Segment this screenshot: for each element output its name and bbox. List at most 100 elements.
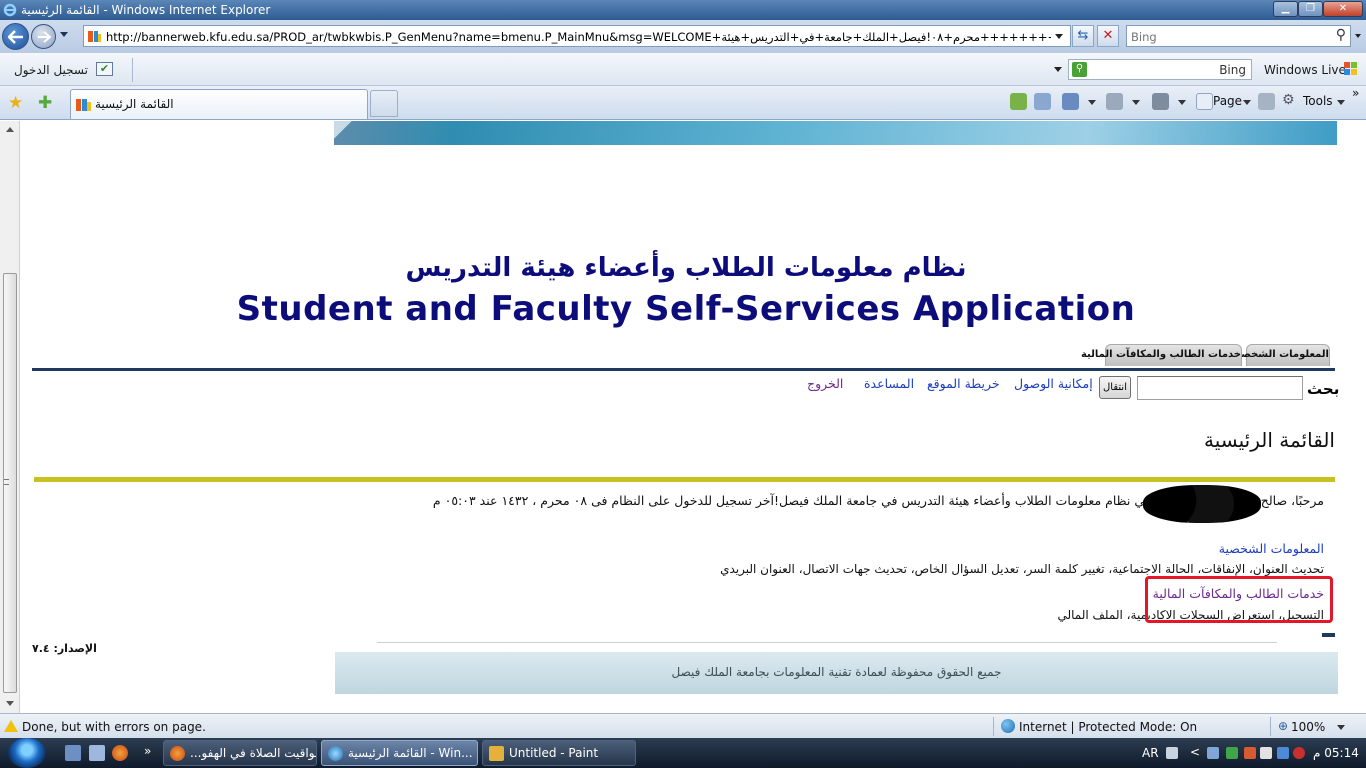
help-link[interactable]: المساعدة bbox=[864, 376, 914, 391]
scroll-down-icon[interactable] bbox=[6, 701, 14, 706]
page-icon bbox=[1196, 93, 1213, 110]
firefox-icon[interactable] bbox=[112, 745, 128, 761]
add-favorite-icon[interactable]: ✚ bbox=[38, 93, 52, 113]
window-title-bar[interactable]: القائمة الرئيسية - Windows Internet Expl… bbox=[0, 0, 1366, 20]
page-menu[interactable]: Page bbox=[1213, 94, 1242, 108]
quicklaunch-more-chevron[interactable]: » bbox=[144, 744, 151, 758]
bing-search-box[interactable]: ⚲ Bing bbox=[1068, 59, 1252, 80]
warning-icon[interactable] bbox=[4, 720, 18, 732]
language-indicator[interactable]: AR bbox=[1142, 746, 1159, 760]
search-input[interactable] bbox=[1131, 29, 1321, 44]
gear-icon[interactable]: ⚙ bbox=[1282, 92, 1295, 108]
tools-menu[interactable]: Tools bbox=[1303, 94, 1333, 108]
taskbar-item-label: Untitled - Paint bbox=[509, 746, 599, 760]
recent-pages-dropdown-icon[interactable] bbox=[60, 32, 68, 37]
close-icon: ✕ bbox=[1338, 3, 1348, 14]
search-label: بحث bbox=[1307, 380, 1340, 398]
search-options-dropdown-icon[interactable] bbox=[1355, 34, 1361, 38]
tab-student-services[interactable]: خدمات الطالب والمكافآت المالية bbox=[1081, 344, 1242, 366]
minimize-button[interactable]: ▁ bbox=[1273, 1, 1298, 17]
tray-app-icon[interactable] bbox=[1226, 747, 1238, 759]
more-commands-chevron[interactable]: » bbox=[1352, 86, 1359, 100]
maximize-button[interactable]: ❐ bbox=[1298, 1, 1323, 17]
arrow-left-icon bbox=[7, 29, 23, 44]
home-dropdown-icon[interactable] bbox=[1088, 100, 1096, 105]
zoom-dropdown-icon[interactable] bbox=[1337, 725, 1345, 730]
new-tab-button[interactable] bbox=[370, 90, 398, 117]
home-icon[interactable] bbox=[1062, 93, 1079, 110]
switch-windows-icon[interactable] bbox=[89, 745, 105, 761]
tab-label: القائمة الرئيسية bbox=[95, 97, 174, 111]
welcome-prefix: مرحبًا، صالح bbox=[1260, 493, 1324, 508]
taskbar-item-ie[interactable]: القائمة الرئيسية - Win... bbox=[321, 740, 478, 766]
system-clock[interactable]: 05:14 م bbox=[1313, 746, 1359, 760]
network-users-icon[interactable] bbox=[1207, 747, 1219, 759]
redaction-scribble bbox=[1143, 485, 1261, 523]
keyboard-icon[interactable] bbox=[1166, 747, 1178, 759]
address-input[interactable] bbox=[106, 29, 1051, 44]
globe-icon bbox=[1001, 719, 1015, 733]
forward-button[interactable] bbox=[31, 24, 56, 49]
page-title-english: Student and Faculty Self-Services Applic… bbox=[236, 289, 1136, 329]
rss-icon[interactable] bbox=[1106, 93, 1123, 110]
welcome-details: ، في نظام معلومات الطلاب وأعضاء هيئة الت… bbox=[432, 493, 1159, 508]
tray-app-icon[interactable] bbox=[1260, 747, 1272, 759]
zoom-level[interactable]: 100% bbox=[1291, 720, 1325, 734]
refresh-icon: ⇆ bbox=[1077, 28, 1089, 43]
web-slices-icon[interactable] bbox=[1034, 93, 1051, 110]
search-icon[interactable]: ⚲ bbox=[1336, 27, 1346, 43]
favorites-star-icon[interactable]: ★ bbox=[8, 93, 23, 113]
search-box[interactable]: ⚲ bbox=[1126, 25, 1351, 47]
print-dropdown-icon[interactable] bbox=[1178, 100, 1186, 105]
rss-dropdown-icon[interactable] bbox=[1132, 100, 1140, 105]
tools-dropdown-icon[interactable] bbox=[1337, 100, 1345, 105]
heading-divider bbox=[34, 477, 1335, 482]
ie-logo-icon bbox=[328, 746, 343, 761]
tray-app-icon[interactable] bbox=[1244, 747, 1256, 759]
start-button[interactable] bbox=[8, 738, 46, 768]
taskbar: » مواقيت الصلاة في الهفو... القائمة الرئ… bbox=[0, 738, 1366, 768]
feeds-icon[interactable] bbox=[1010, 93, 1027, 110]
checkbox-icon[interactable]: ✔ bbox=[96, 62, 113, 76]
version-label: الإصدار: ٧.٤ bbox=[32, 642, 97, 655]
vertical-scrollbar[interactable] bbox=[0, 121, 20, 713]
site-search-input[interactable] bbox=[1137, 376, 1303, 400]
toolbar-divider bbox=[132, 58, 133, 82]
personal-info-description: تحديث العنوان، الإنفاقات، الحالة الاجتما… bbox=[720, 562, 1324, 576]
address-bar[interactable] bbox=[83, 25, 1071, 47]
signin-link[interactable]: تسجيل الدخول bbox=[14, 63, 88, 77]
show-desktop-icon[interactable] bbox=[65, 745, 81, 761]
stop-button[interactable]: ✕ bbox=[1097, 25, 1119, 47]
network-icon[interactable] bbox=[1277, 747, 1289, 759]
personal-info-link[interactable]: المعلومات الشخصية bbox=[1122, 541, 1324, 556]
sitemap-link[interactable]: خريطة الموقع bbox=[927, 376, 1000, 391]
tab-personal-info[interactable]: المعلومات الشخصية bbox=[1231, 344, 1330, 366]
nav-divider bbox=[32, 368, 1335, 371]
firefox-icon bbox=[170, 746, 185, 761]
refresh-button[interactable]: ⇆ bbox=[1072, 25, 1094, 47]
close-button[interactable]: ✕ bbox=[1323, 1, 1363, 17]
logout-link[interactable]: الخروج bbox=[807, 376, 843, 391]
search-go-icon[interactable]: ⚲ bbox=[1072, 62, 1087, 77]
volume-muted-icon[interactable] bbox=[1293, 747, 1305, 759]
tab-main-menu[interactable]: القائمة الرئيسية bbox=[70, 89, 368, 119]
scroll-up-icon[interactable] bbox=[6, 127, 14, 132]
links-toolbar: تسجيل الدخول ✔ ⚲ Bing Windows Live bbox=[0, 53, 1366, 86]
bing-dropdown-icon[interactable] bbox=[1054, 67, 1062, 72]
page-dropdown-icon[interactable] bbox=[1243, 100, 1251, 105]
accessibility-link[interactable]: إمكانية الوصول bbox=[1014, 376, 1093, 391]
address-dropdown-icon[interactable] bbox=[1055, 34, 1063, 39]
security-zone-text[interactable]: Internet | Protected Mode: On bbox=[1019, 720, 1197, 734]
footer-accent bbox=[1322, 633, 1335, 637]
taskbar-item-paint[interactable]: Untitled - Paint bbox=[482, 740, 636, 766]
safety-icon[interactable] bbox=[1258, 93, 1275, 110]
back-button[interactable] bbox=[2, 23, 29, 50]
status-divider bbox=[1270, 717, 1271, 736]
windows-live-link[interactable]: Windows Live bbox=[1264, 63, 1346, 77]
status-text[interactable]: Done, but with errors on page. bbox=[22, 720, 206, 734]
go-button[interactable]: انتقال bbox=[1099, 376, 1131, 399]
print-icon[interactable] bbox=[1152, 93, 1169, 110]
taskbar-item-prayer-times[interactable]: مواقيت الصلاة في الهفو... bbox=[163, 740, 317, 766]
footer-bar: جميع الحقوق محفوظة لعمادة تقنية المعلوما… bbox=[335, 652, 1338, 694]
tray-expand-chevron[interactable]: < bbox=[1190, 745, 1200, 759]
